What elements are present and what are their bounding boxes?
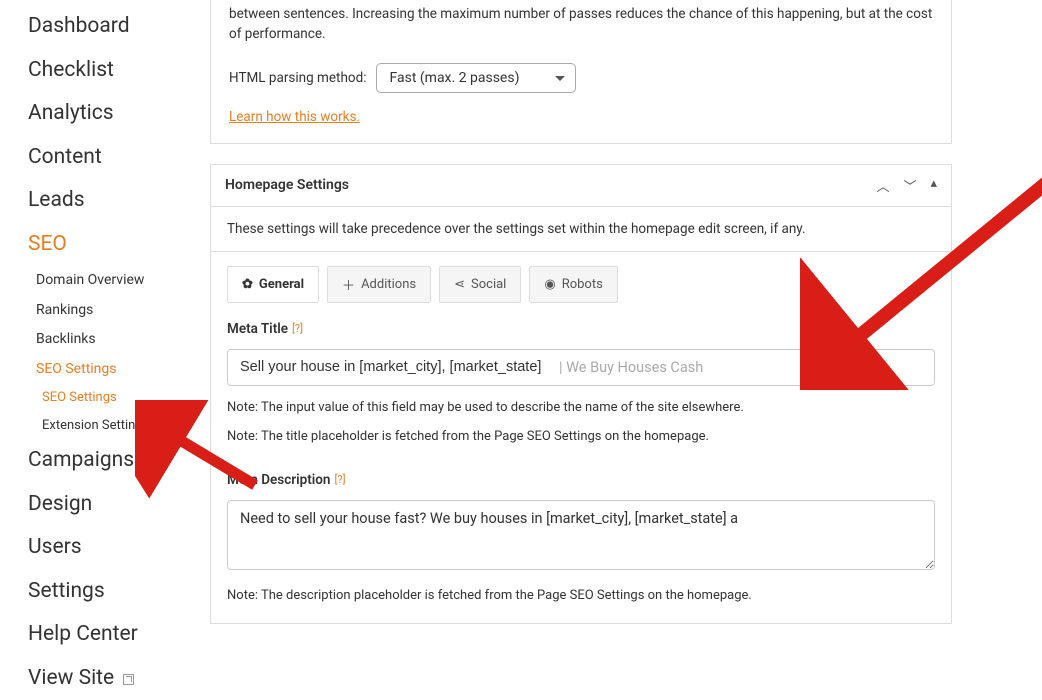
meta-description-note: Note: The description placeholder is fet… — [227, 588, 935, 603]
precedence-note: These settings will take precedence over… — [227, 221, 935, 237]
sidebar-seo-rankings[interactable]: Rankings — [36, 296, 210, 326]
sidebar-seo-backlinks[interactable]: Backlinks — [36, 325, 210, 355]
meta-description-label: Meta Description — [227, 472, 330, 488]
sidebar-seo-settings-seo[interactable]: SEO Settings — [42, 384, 210, 412]
meta-title-note-2: Note: The title placeholder is fetched f… — [227, 429, 935, 444]
sidebar-view-site-label: View Site — [28, 666, 114, 690]
sidebar-view-site[interactable]: View Site — [28, 657, 210, 700]
main-content: between sentences. Increasing the maximu… — [210, 0, 1042, 675]
sidebar-settings[interactable]: Settings — [28, 570, 210, 614]
tab-additions-label: Additions — [361, 277, 416, 292]
parsing-method-label: HTML parsing method: — [229, 70, 366, 86]
tab-social[interactable]: ⋖ Social — [439, 266, 521, 303]
collapse-icon[interactable]: ▴ — [930, 176, 937, 195]
sidebar-content[interactable]: Content — [28, 136, 210, 180]
homepage-settings-panel: Homepage Settings ︿ ﹀ ▴ These settings w… — [210, 164, 952, 624]
homepage-settings-title: Homepage Settings — [225, 177, 349, 193]
parsing-method-select[interactable]: Fast (max. 2 passes) — [376, 63, 576, 93]
sidebar-seo-domain-overview[interactable]: Domain Overview — [36, 266, 210, 296]
chevron-down-icon[interactable]: ﹀ — [903, 176, 916, 195]
meta-title-suffix-placeholder: | We Buy Houses Cash — [559, 359, 703, 376]
sidebar-help-center[interactable]: Help Center — [28, 613, 210, 657]
tab-social-label: Social — [471, 277, 506, 292]
sidebar-seo[interactable]: SEO — [28, 223, 210, 267]
sidebar-leads[interactable]: Leads — [28, 179, 210, 223]
sidebar-analytics[interactable]: Analytics — [28, 92, 210, 136]
sidebar-dashboard[interactable]: Dashboard — [28, 5, 210, 49]
meta-title-input[interactable] — [240, 359, 555, 375]
tab-general-label: General — [259, 277, 304, 292]
parsing-description: between sentences. Increasing the maximu… — [229, 0, 933, 45]
tab-robots[interactable]: ◉ Robots — [529, 266, 617, 303]
tab-general[interactable]: ✿ General — [227, 266, 319, 303]
eye-icon: ◉ — [544, 277, 555, 292]
external-link-icon — [123, 674, 134, 685]
learn-how-link[interactable]: Learn how this works. — [229, 109, 360, 125]
sidebar: Dashboard Checklist Analytics Content Le… — [0, 0, 210, 675]
meta-title-label: Meta Title — [227, 321, 288, 337]
sidebar-campaigns[interactable]: Campaigns — [28, 439, 210, 483]
share-icon: ⋖ — [454, 277, 465, 292]
homepage-tabs: ✿ General ＋ Additions ⋖ Social ◉ Robots — [227, 266, 935, 303]
chevron-up-icon[interactable]: ︿ — [876, 176, 889, 195]
meta-title-help[interactable]: [?] — [292, 322, 303, 335]
plus-icon: ＋ — [342, 275, 355, 294]
tab-additions[interactable]: ＋ Additions — [327, 266, 431, 303]
panel-header-actions: ︿ ﹀ ▴ — [876, 176, 937, 195]
tab-robots-label: Robots — [562, 277, 603, 292]
meta-description-input[interactable] — [227, 500, 935, 570]
gear-icon: ✿ — [242, 277, 253, 292]
parsing-panel: between sentences. Increasing the maximu… — [210, 0, 952, 144]
sidebar-design[interactable]: Design — [28, 483, 210, 527]
sidebar-seo-settings[interactable]: SEO Settings — [36, 355, 210, 385]
sidebar-checklist[interactable]: Checklist — [28, 49, 210, 93]
meta-description-help[interactable]: [?] — [334, 473, 345, 486]
meta-title-input-wrap[interactable]: | We Buy Houses Cash — [227, 349, 935, 386]
sidebar-users[interactable]: Users — [28, 526, 210, 570]
meta-title-note-1: Note: The input value of this field may … — [227, 400, 935, 415]
sidebar-seo-settings-extension[interactable]: Extension Settings — [42, 412, 210, 440]
